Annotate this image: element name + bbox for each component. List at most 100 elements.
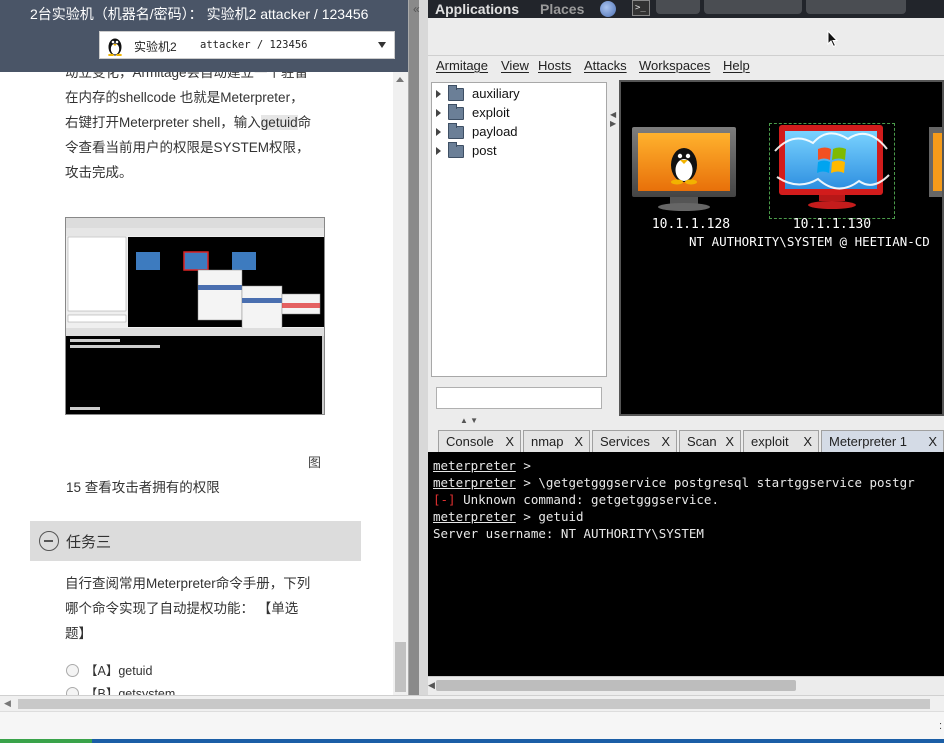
tab-label: Console	[446, 434, 494, 449]
expand-arrow-icon[interactable]	[436, 109, 441, 117]
figure-caption: 15 查看攻击者拥有的权限	[66, 480, 220, 495]
paragraph-line: 右键打开Meterpreter shell，输入getuid命	[65, 110, 330, 135]
scrollbar-thumb[interactable]	[436, 680, 796, 691]
expand-arrow-icon[interactable]	[436, 128, 441, 136]
host-partial[interactable]	[929, 125, 942, 215]
answer-option-b[interactable]: 【B】getsystem	[66, 683, 175, 695]
start-button-edge[interactable]	[0, 739, 92, 743]
console-line: meterpreter >	[433, 458, 944, 475]
split-pane-arrows-icon[interactable]: ◀ ▶	[610, 110, 616, 128]
folder-icon	[448, 85, 464, 101]
places-menu[interactable]: Places	[540, 1, 584, 17]
tab-label: nmap	[531, 434, 564, 449]
armitage-screenshot-figure[interactable]	[65, 217, 325, 415]
remote-desktop[interactable]: Applications Places >_ Armitage View Hos…	[428, 0, 944, 695]
folder-icon	[448, 142, 464, 158]
status-end-marker: :	[938, 720, 942, 732]
task-section-header[interactable]: 任务三	[30, 521, 361, 561]
tree-item-label: auxiliary	[472, 86, 520, 101]
applications-menu[interactable]: Applications	[435, 1, 519, 17]
console-text: >	[515, 458, 531, 473]
radio-button[interactable]	[66, 687, 79, 695]
lab-guide-panel: 2台实验机（机器名/密码）： 实验机2 attacker / 123456 实验…	[0, 0, 408, 695]
armitage-menubar: Armitage View Hosts Attacks Workspaces H…	[428, 56, 944, 78]
expand-arrow-icon[interactable]	[436, 90, 441, 98]
os-taskbar-edge	[0, 739, 944, 743]
tab-services[interactable]: Services X	[592, 430, 677, 452]
folder-icon	[448, 104, 464, 120]
taskbar-button[interactable]	[656, 0, 700, 14]
collapse-minus-icon[interactable]	[39, 531, 59, 551]
tab-scan[interactable]: Scan X	[679, 430, 741, 452]
lab-header: 2台实验机（机器名/密码）： 实验机2 attacker / 123456 实验…	[0, 0, 408, 72]
scroll-left-icon[interactable]: ◀	[428, 680, 435, 691]
tab-label: exploit	[751, 434, 789, 449]
taskbar-button[interactable]	[806, 0, 906, 14]
console-prompt: meterpreter	[433, 458, 516, 473]
menu-hosts[interactable]: Hosts	[538, 58, 571, 73]
machine-credentials: attacker / 123456	[200, 39, 308, 51]
tab-exploit[interactable]: exploit X	[743, 430, 819, 452]
console-text: > \getgetgggservice postgresql startggse…	[515, 475, 915, 490]
console-line: [-] Unknown command: getgetgggservice.	[433, 492, 944, 509]
close-icon[interactable]: X	[661, 434, 670, 449]
window-titlebar	[428, 18, 944, 56]
tab-label: Scan	[687, 434, 717, 449]
paragraph-text: 右键打开Meterpreter shell，输入	[65, 115, 261, 130]
target-graph-view: 10.1.1.128 10.1.1.130 NT AUTHORITY\SYSTE…	[619, 80, 944, 416]
expand-arrow-icon[interactable]	[436, 147, 441, 155]
console-horizontal-scrollbar[interactable]: ◀	[428, 676, 944, 695]
tree-item-label: post	[472, 143, 497, 158]
host-10-1-1-128[interactable]: 10.1.1.128	[626, 125, 756, 235]
browser-globe-icon[interactable]	[600, 1, 616, 17]
close-icon[interactable]: X	[928, 434, 937, 449]
tab-meterpreter-1[interactable]: Meterpreter 1 X	[821, 430, 944, 452]
meterpreter-console[interactable]: meterpreter > meterpreter > \getgetgggse…	[428, 452, 944, 676]
monitor-icon	[929, 127, 942, 197]
split-pane-arrows-icon[interactable]: ▲ ▼	[460, 416, 478, 425]
close-icon[interactable]: X	[505, 434, 514, 449]
status-bar: :	[0, 711, 944, 739]
menu-armitage[interactable]: Armitage	[436, 58, 488, 73]
close-icon[interactable]: X	[725, 434, 734, 449]
module-search-input[interactable]	[436, 387, 602, 409]
page-horizontal-scrollbar[interactable]: ◀	[0, 695, 944, 711]
radio-button[interactable]	[66, 664, 79, 677]
armitage-tab-bar: Console X nmap X Services X Scan X explo…	[438, 430, 944, 452]
tab-nmap[interactable]: nmap X	[523, 430, 590, 452]
host-ip-label: 10.1.1.130	[792, 217, 872, 232]
folder-icon	[448, 123, 464, 139]
menu-view[interactable]: View	[501, 58, 529, 73]
scrollbar-thumb[interactable]	[395, 642, 406, 692]
highlighted-command: getuid	[260, 115, 298, 130]
collapse-left-icon[interactable]: «	[413, 2, 420, 16]
panel-divider[interactable]: «	[408, 0, 428, 695]
host-10-1-1-130[interactable]: 10.1.1.130	[767, 125, 897, 235]
menu-help[interactable]: Help	[723, 58, 750, 73]
console-prompt: meterpreter	[433, 509, 516, 524]
figure-label: 图	[308, 455, 322, 470]
scroll-up-icon[interactable]	[396, 77, 404, 82]
menu-attacks[interactable]: Attacks	[584, 58, 627, 73]
console-line: meterpreter > \getgetgggservice postgres…	[433, 475, 944, 492]
compromised-windows-monitor-icon	[774, 125, 890, 209]
question-line: 题】	[65, 626, 92, 641]
answer-option-a[interactable]: 【A】getuid	[66, 660, 152, 679]
scroll-left-icon[interactable]: ◀	[4, 698, 11, 709]
console-prompt: meterpreter	[433, 475, 516, 490]
console-text: Unknown command: getgetgggservice.	[455, 492, 719, 507]
tab-label: Meterpreter 1	[829, 434, 908, 449]
terminal-icon[interactable]: >_	[632, 0, 650, 16]
console-line: meterpreter > getuid	[433, 509, 944, 526]
scrollbar-thumb[interactable]	[18, 699, 930, 709]
tab-console[interactable]: Console X	[438, 430, 521, 452]
menu-workspaces[interactable]: Workspaces	[639, 58, 710, 73]
chevron-down-icon	[378, 42, 386, 48]
figure-image	[66, 218, 324, 414]
close-icon[interactable]: X	[803, 434, 812, 449]
machine-select-dropdown[interactable]: 实验机2 attacker / 123456	[99, 31, 395, 59]
paragraph-text: 命	[297, 115, 312, 130]
close-icon[interactable]: X	[574, 434, 583, 449]
taskbar-button[interactable]	[704, 0, 802, 14]
lab-scrollbar[interactable]	[393, 72, 408, 695]
